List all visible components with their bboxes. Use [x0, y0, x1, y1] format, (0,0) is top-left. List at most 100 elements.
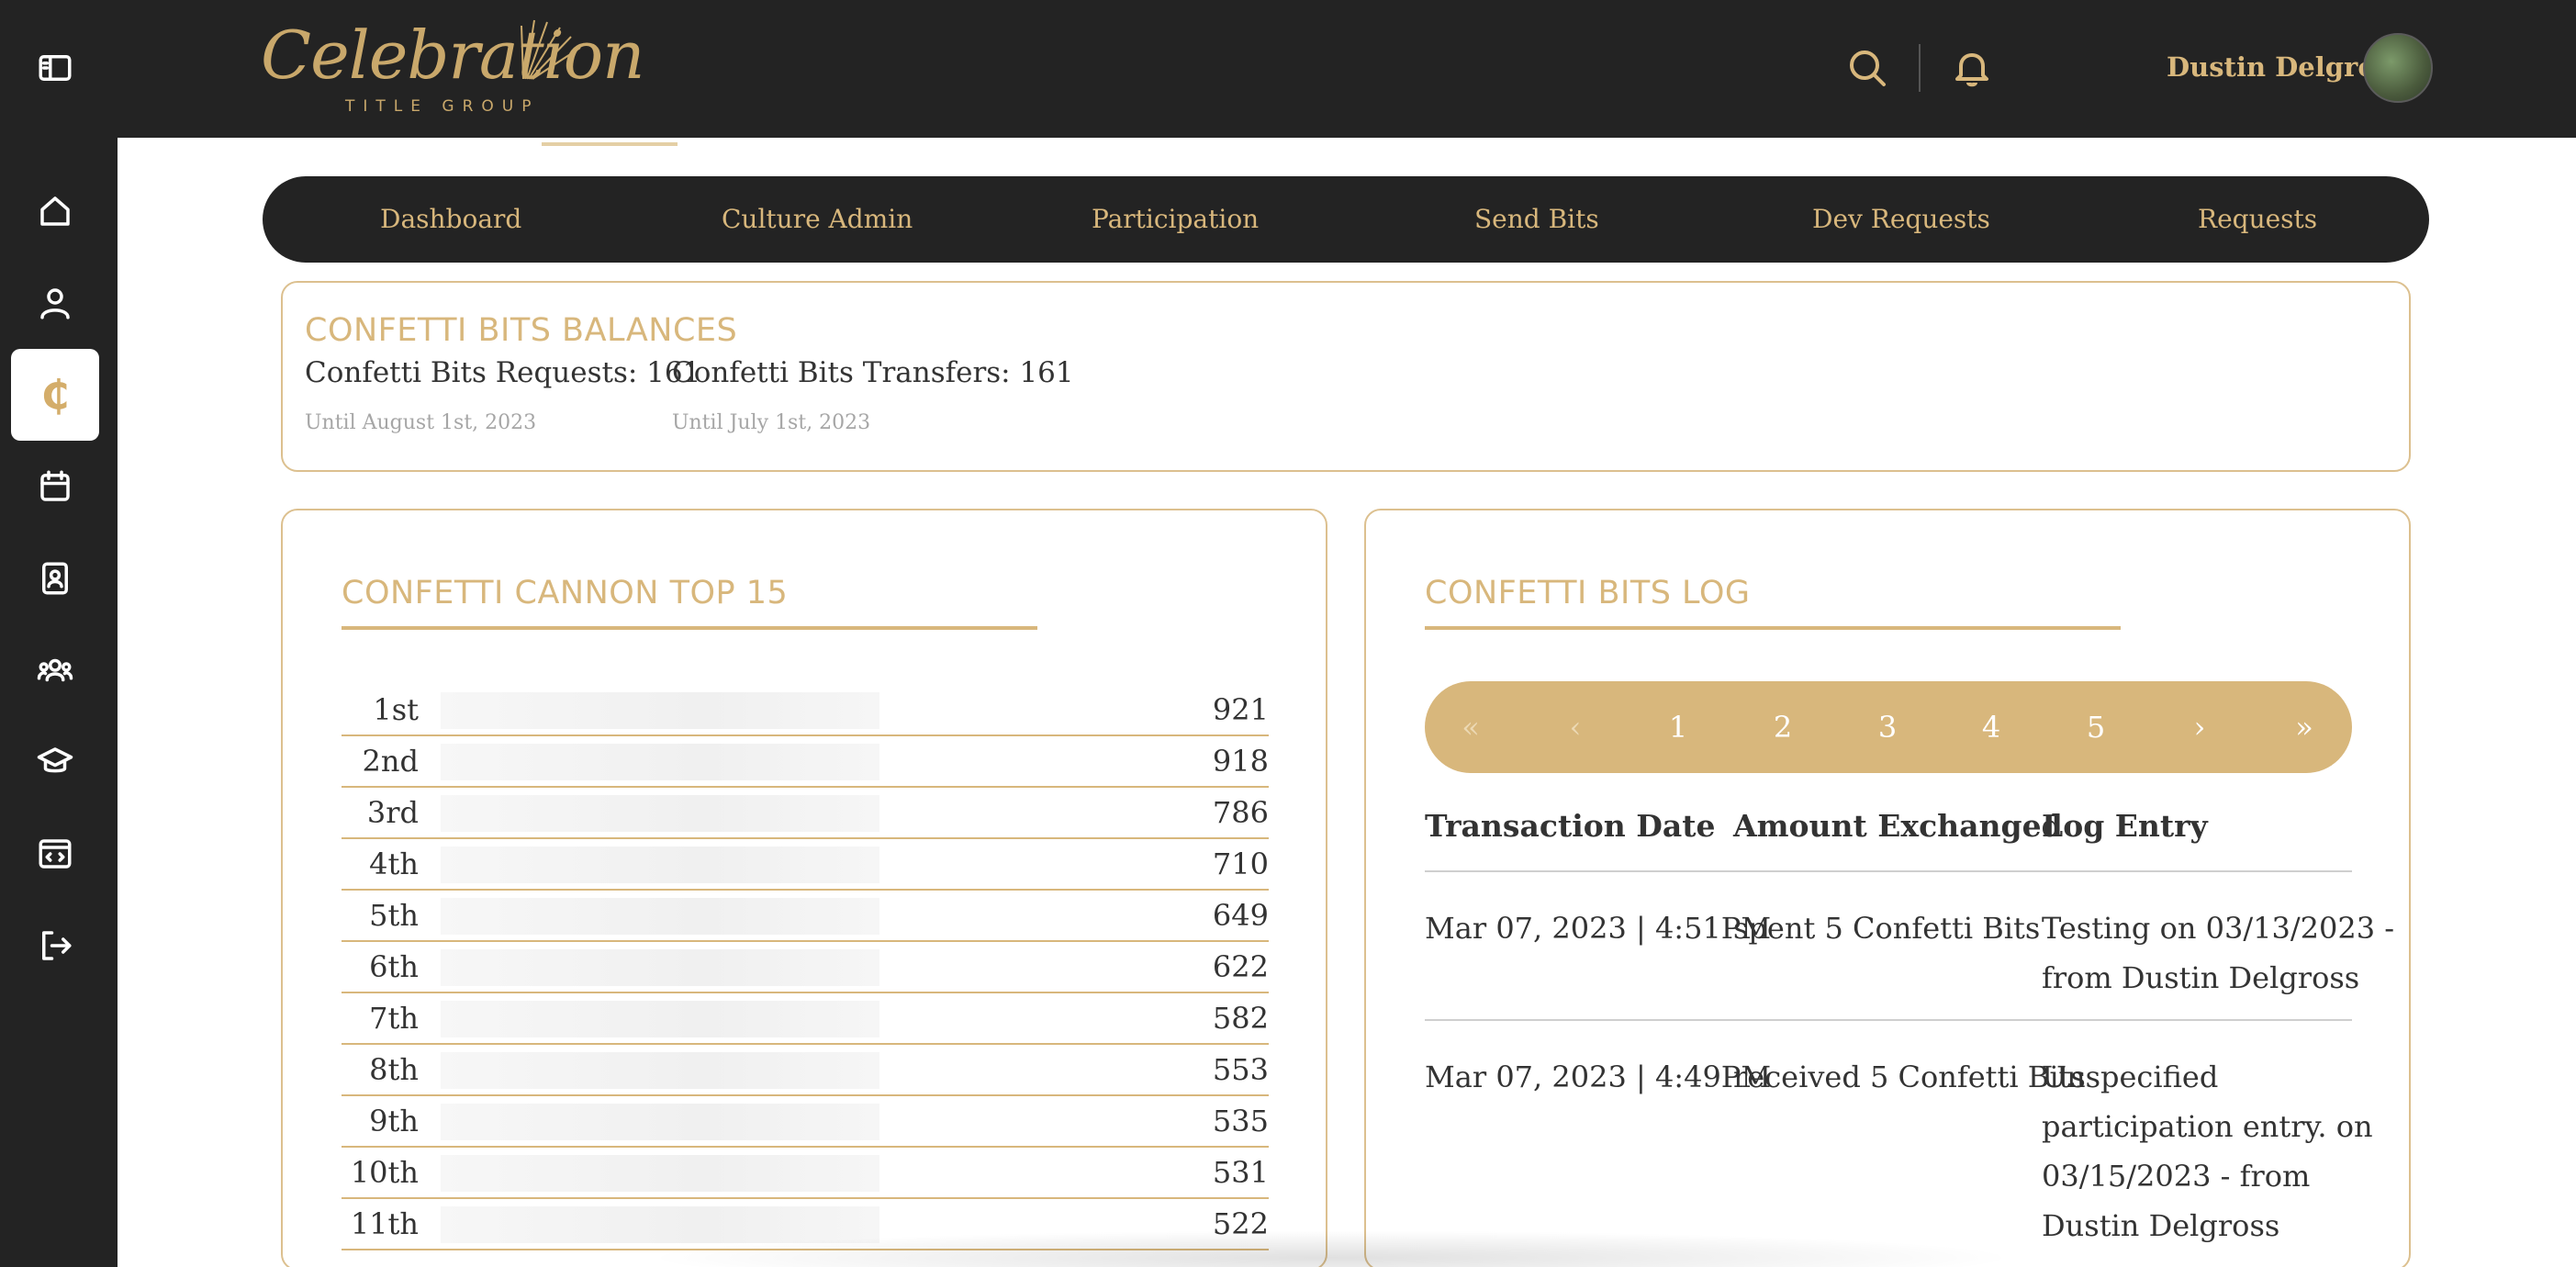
rank: 4th — [369, 847, 419, 881]
sidebar-item-groups[interactable] — [11, 624, 99, 716]
sidebar-toggle-icon — [39, 55, 72, 81]
logo-subtitle: TITLE GROUP — [345, 97, 540, 116]
pagination-prev[interactable]: ‹ — [1539, 681, 1612, 773]
sidebar: ₵ — [0, 0, 118, 1267]
sidebar-item-confetti-bits[interactable]: ₵ — [11, 349, 99, 441]
sidebar-item-calendar[interactable] — [11, 441, 99, 533]
blurred-name — [441, 898, 879, 935]
column-header-amount: Amount Exchanged — [1733, 808, 2063, 844]
groups-icon — [37, 658, 73, 682]
blurred-name — [441, 692, 879, 729]
notification-bell-icon[interactable] — [1950, 46, 1994, 90]
log-entry-line: Testing on 03/13/2023 - — [2042, 911, 2395, 946]
rank: 7th — [369, 1001, 419, 1036]
nav-participation[interactable]: Participation — [1092, 176, 1259, 263]
brand-logo[interactable]: Celebration TITLE GROUP — [261, 17, 644, 119]
pagination-page-4[interactable]: 4 — [1954, 681, 2028, 773]
log-entry-line: from Dustin Delgross — [2042, 960, 2360, 995]
rank: 9th — [369, 1104, 419, 1138]
leaderboard-row: 3rd 786 — [342, 788, 1269, 839]
logo-rays-icon — [521, 19, 581, 80]
learning-icon — [37, 747, 73, 773]
blurred-name — [441, 949, 879, 986]
requests-until: Until August 1st, 2023 — [305, 411, 537, 434]
leaderboard-row: 9th 535 — [342, 1096, 1269, 1148]
log-amount: received 5 Confetti Bits — [1733, 1060, 2086, 1094]
leaderboard-row: 4th 710 — [342, 839, 1269, 891]
home-icon — [40, 196, 70, 226]
leaderboard-row: 2nd 918 — [342, 736, 1269, 788]
sidebar-item-learning[interactable] — [11, 716, 99, 808]
requests-balance: Confetti Bits Requests: 161 — [305, 356, 701, 389]
column-header-date: Transaction Date — [1425, 808, 1716, 844]
pagination-first[interactable]: « — [1434, 681, 1507, 773]
pagination-page-5[interactable]: 5 — [2059, 681, 2133, 773]
pagination-page-2[interactable]: 2 — [1746, 681, 1820, 773]
rank: 3rd — [366, 795, 419, 830]
active-tab-indicator — [542, 142, 678, 146]
pagination-page-3[interactable]: 3 — [1851, 681, 1924, 773]
pagination-last[interactable]: » — [2268, 681, 2341, 773]
nav-dashboard[interactable]: Dashboard — [380, 176, 521, 263]
rank: 10th — [350, 1155, 419, 1190]
log-entry-line: participation entry. on — [2042, 1109, 2373, 1144]
rank: 6th — [369, 949, 419, 984]
nav-requests[interactable]: Requests — [2198, 176, 2317, 263]
nav-dev-requests[interactable]: Dev Requests — [1812, 176, 1990, 263]
leaderboard-title: CONFETTI CANNON TOP 15 — [342, 575, 789, 611]
transfers-until: Until July 1st, 2023 — [672, 411, 871, 434]
blurred-name — [441, 1155, 879, 1192]
sidebar-item-profile[interactable] — [11, 257, 99, 349]
row-divider — [1425, 1019, 2352, 1021]
log-entry-line: Dustin Delgross — [2042, 1208, 2280, 1243]
blurred-name — [441, 1052, 879, 1089]
header-divider-line — [1425, 870, 2352, 872]
blurred-name — [441, 1104, 879, 1140]
pagination-page-1[interactable]: 1 — [1641, 681, 1715, 773]
sidebar-toggle-button[interactable] — [11, 22, 99, 114]
log-entry-line: Unspecified — [2042, 1060, 2219, 1094]
dev-code-icon — [39, 839, 72, 869]
leaderboard-title-underline — [342, 626, 1037, 630]
directory-icon — [42, 562, 68, 595]
bits-value: 649 — [1212, 898, 1269, 933]
pagination: « ‹ 1 2 3 4 5 › » — [1425, 681, 2352, 773]
pagination-next[interactable]: › — [2163, 681, 2236, 773]
rank: 2nd — [362, 744, 419, 779]
search-icon[interactable] — [1845, 46, 1889, 90]
log-date: Mar 07, 2023 | 4:49PM — [1425, 1060, 1772, 1094]
bits-value: 710 — [1212, 847, 1269, 881]
sidebar-item-directory[interactable] — [11, 533, 99, 624]
blurred-name — [441, 744, 879, 780]
blurred-name — [441, 795, 879, 832]
leaderboard-row: 1st 921 — [342, 685, 1269, 736]
top-header: Celebration TITLE GROUP Dustin Delgross — [118, 0, 2576, 138]
leaderboard-row: 6th 622 — [342, 942, 1269, 993]
nav-culture-admin[interactable]: Culture Admin — [722, 176, 913, 263]
log-panel: CONFETTI BITS LOG « ‹ 1 2 3 4 5 › » Tran… — [1364, 509, 2411, 1267]
bits-value: 553 — [1212, 1052, 1269, 1087]
log-entry-line: 03/15/2023 - from — [2042, 1159, 2311, 1194]
rank: 5th — [369, 898, 419, 933]
bits-value: 535 — [1212, 1104, 1269, 1138]
leaderboard-row: 8th 553 — [342, 1045, 1269, 1096]
sidebar-item-logout[interactable] — [11, 900, 99, 992]
avatar[interactable] — [2363, 33, 2433, 103]
nav-send-bits[interactable]: Send Bits — [1474, 176, 1599, 263]
bits-value: 582 — [1212, 1001, 1269, 1036]
bits-value: 622 — [1212, 949, 1269, 984]
bits-value: 786 — [1212, 795, 1269, 830]
bits-value: 531 — [1212, 1155, 1269, 1190]
confetti-bits-icon: ₵ — [40, 371, 70, 419]
calendar-icon — [40, 470, 70, 501]
blurred-name — [441, 847, 879, 883]
profile-icon — [40, 288, 70, 320]
sidebar-item-home[interactable] — [11, 165, 99, 257]
column-header-entry: Log Entry — [2042, 808, 2208, 844]
rank: 1st — [373, 692, 419, 727]
leaderboard-row: 5th 649 — [342, 891, 1269, 942]
sidebar-item-dev[interactable] — [11, 808, 99, 900]
bits-value: 918 — [1212, 744, 1269, 779]
header-divider — [1919, 44, 1921, 92]
log-amount: spent 5 Confetti Bits — [1733, 911, 2041, 946]
